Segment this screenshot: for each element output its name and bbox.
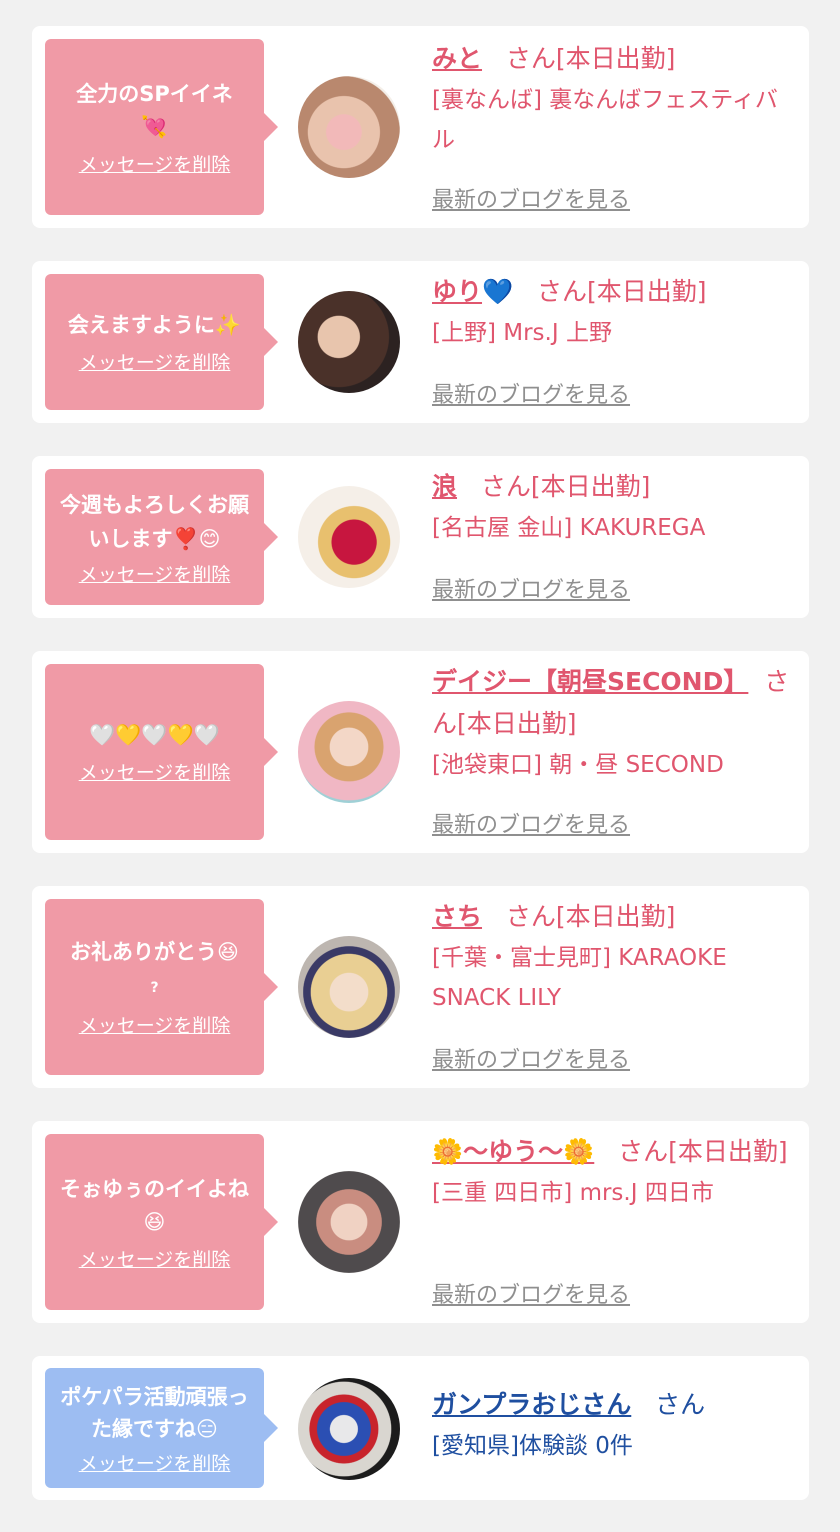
cast-name-link[interactable]: ゆり: [432, 277, 482, 306]
delete-message-link[interactable]: メッセージを削除: [79, 150, 231, 177]
delete-message-link[interactable]: メッセージを削除: [79, 560, 231, 587]
delete-message-link[interactable]: メッセージを削除: [79, 348, 231, 375]
avatar[interactable]: [298, 701, 400, 803]
cast-name-link[interactable]: 🌼〜ゆう〜🌼: [432, 1137, 594, 1166]
blog-link[interactable]: 最新のブログを見る: [432, 182, 630, 214]
message-card: お礼ありがとう😆 ? メッセージを削除 さち さん[本日出勤] [千葉・富士見町…: [32, 886, 809, 1088]
message-text: そぉゆぅのイイよね😆: [60, 1176, 249, 1234]
blue-heart-icon: 💙: [482, 277, 514, 306]
shop-text: [上野] Mrs.J 上野: [432, 320, 612, 346]
avatar[interactable]: [298, 936, 400, 1038]
cast-info: さち さん[本日出勤] [千葉・富士見町] KARAOKE SNACK LILY: [432, 896, 800, 1018]
status-text: さん: [655, 1390, 706, 1419]
message-list: 全力のSPイイネ 💘 メッセージを削除 みと さん[本日出勤] [裏なんば] 裏…: [0, 0, 840, 1532]
delete-message-link[interactable]: メッセージを削除: [79, 1011, 231, 1038]
delete-message-link[interactable]: メッセージを削除: [79, 1449, 231, 1476]
blog-link[interactable]: 最新のブログを見る: [432, 1042, 630, 1074]
shop-text: [裏なんば] 裏なんばフェスティバル: [432, 87, 778, 153]
cast-info: 浪 さん[本日出勤] [名古屋 金山] KAKUREGA: [432, 466, 800, 548]
avatar[interactable]: [298, 1171, 400, 1273]
cast-info: みと さん[本日出勤] [裏なんば] 裏なんばフェスティバル: [432, 38, 800, 160]
message-text: 全力のSPイイネ 💘: [76, 81, 233, 139]
message-bubble: 今週もよろしくお願いします❣️😊 メッセージを削除: [45, 469, 278, 605]
status-text: さん[本日出勤]: [480, 472, 651, 501]
cast-name-link[interactable]: みと: [432, 44, 482, 73]
shop-text: [池袋東口] 朝・昼 SECOND: [432, 752, 724, 778]
user-name-link[interactable]: ガンプラおじさん: [432, 1390, 631, 1419]
avatar[interactable]: [298, 291, 400, 393]
message-text: 🤍💛🤍💛🤍: [89, 723, 220, 747]
cast-info: デイジー【朝昼SECOND】 さん[本日出勤] [池袋東口] 朝・昼 SECON…: [432, 661, 800, 785]
message-text: ポケパラ活動頑張った縁ですね😑: [60, 1384, 249, 1441]
message-card: 🤍💛🤍💛🤍 メッセージを削除 デイジー【朝昼SECOND】 さん[本日出勤] […: [32, 651, 809, 853]
blog-link[interactable]: 最新のブログを見る: [432, 377, 630, 409]
message-card: 今週もよろしくお願いします❣️😊 メッセージを削除 浪 さん[本日出勤] [名古…: [32, 456, 809, 618]
cast-name-link[interactable]: さち: [432, 902, 482, 931]
shop-text: [千葉・富士見町] KARAOKE SNACK LILY: [432, 945, 727, 1011]
message-text: 会えますように✨: [67, 313, 242, 337]
experience-text: [愛知県]体験談 0件: [432, 1433, 633, 1459]
delete-message-link[interactable]: メッセージを削除: [79, 1245, 231, 1272]
avatar[interactable]: [298, 76, 400, 178]
message-bubble: そぉゆぅのイイよね😆 メッセージを削除: [45, 1134, 278, 1310]
cast-name-link[interactable]: 浪: [432, 472, 457, 501]
message-card: そぉゆぅのイイよね😆 メッセージを削除 🌼〜ゆう〜🌼 さん[本日出勤] [三重 …: [32, 1121, 809, 1323]
status-text: さん[本日出勤]: [505, 902, 676, 931]
cast-info: ゆり💙 さん[本日出勤] [上野] Mrs.J 上野: [432, 271, 800, 353]
message-bubble: お礼ありがとう😆 ? メッセージを削除: [45, 899, 278, 1075]
message-bubble: 🤍💛🤍💛🤍 メッセージを削除: [45, 664, 278, 840]
blog-link[interactable]: 最新のブログを見る: [432, 1277, 630, 1309]
blog-link[interactable]: 最新のブログを見る: [432, 572, 630, 604]
user-info: ガンプラおじさん さん [愛知県]体験談 0件: [432, 1384, 800, 1466]
message-bubble: 会えますように✨ メッセージを削除: [45, 274, 278, 410]
message-bubble: ポケパラ活動頑張った縁ですね😑 メッセージを削除: [45, 1368, 278, 1488]
status-text: さん[本日出勤]: [537, 277, 707, 306]
avatar[interactable]: [298, 1378, 400, 1480]
status-text: さん[本日出勤]: [505, 44, 676, 73]
delete-message-link[interactable]: メッセージを削除: [79, 758, 231, 785]
cast-info: 🌼〜ゆう〜🌼 さん[本日出勤] [三重 四日市] mrs.J 四日市: [432, 1131, 800, 1213]
message-text: お礼ありがとう😆 ?: [70, 940, 239, 996]
avatar[interactable]: [298, 486, 400, 588]
message-bubble: 全力のSPイイネ 💘 メッセージを削除: [45, 39, 278, 215]
cast-name-link[interactable]: デイジー【朝昼SECOND】: [432, 667, 748, 696]
message-card: ポケパラ活動頑張った縁ですね😑 メッセージを削除 ガンプラおじさん さん [愛知…: [32, 1356, 809, 1500]
shop-text: [名古屋 金山] KAKUREGA: [432, 515, 706, 541]
heart-arrow-icon: 💘: [141, 114, 168, 139]
status-text: さん[本日出勤]: [618, 1137, 788, 1166]
blog-link[interactable]: 最新のブログを見る: [432, 807, 630, 839]
shop-text: [三重 四日市] mrs.J 四日市: [432, 1180, 714, 1206]
message-text: 今週もよろしくお願いします❣️😊: [60, 492, 249, 551]
message-card: 会えますように✨ メッセージを削除 ゆり💙 さん[本日出勤] [上野] Mrs.…: [32, 261, 809, 423]
message-card: 全力のSPイイネ 💘 メッセージを削除 みと さん[本日出勤] [裏なんば] 裏…: [32, 26, 809, 228]
